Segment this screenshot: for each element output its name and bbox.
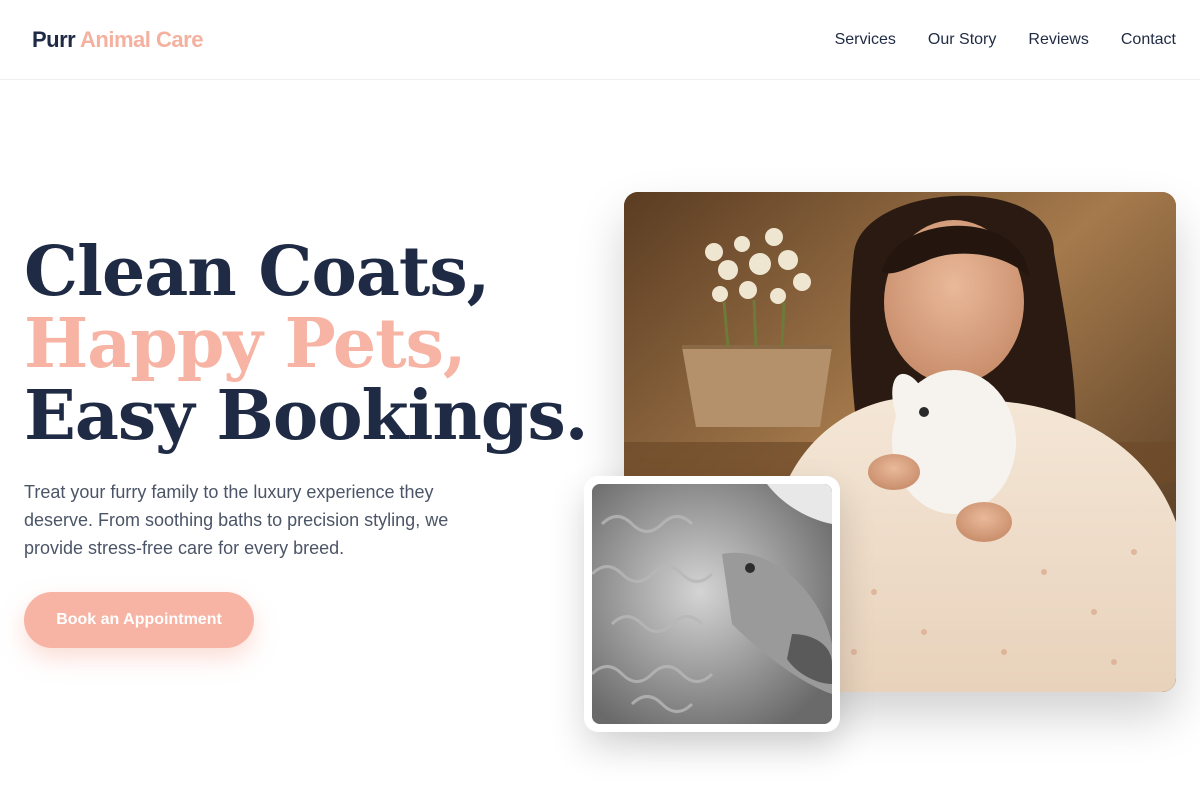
nav-link-our-story[interactable]: Our Story xyxy=(928,28,996,52)
headline-line-2: Happy Pets, xyxy=(24,304,467,384)
hero-headline: Clean Coats, Happy Pets, Easy Bookings. xyxy=(24,232,588,456)
brand-name-primary: Purr xyxy=(32,27,76,52)
nav-link-contact[interactable]: Contact xyxy=(1121,28,1176,52)
main-nav: Services Our Story Reviews Contact xyxy=(835,28,1176,52)
brand-logo[interactable]: Purr Animal Care xyxy=(32,26,203,54)
hero-description: Treat your furry family to the luxury ex… xyxy=(24,482,449,558)
nav-link-reviews[interactable]: Reviews xyxy=(1028,28,1088,52)
site-header: Purr Animal Care Services Our Story Revi… xyxy=(0,0,1200,80)
headline-line-1: Clean Coats, xyxy=(24,232,490,312)
book-appointment-button[interactable]: Book an Appointment xyxy=(24,592,254,648)
headline-line-3: Easy Bookings. xyxy=(24,376,588,456)
nav-link-services[interactable]: Services xyxy=(835,28,896,52)
brand-name-accent: Animal Care xyxy=(80,27,203,52)
sheep-photo-card xyxy=(584,476,840,732)
curly-sheep-illustration xyxy=(592,484,832,724)
sheep-photo xyxy=(592,484,832,724)
